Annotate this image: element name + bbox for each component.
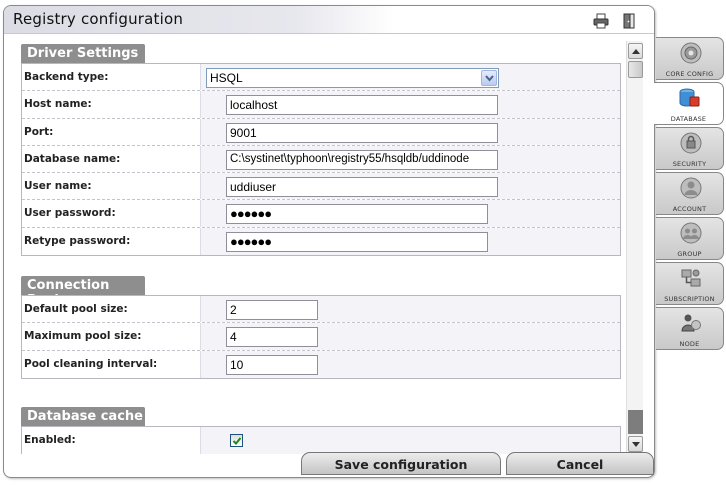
- gear-disc-icon: [679, 41, 703, 65]
- field-label: Maximum pool size:: [24, 330, 142, 343]
- tab-label: NODE: [679, 340, 700, 348]
- tab-label: SECURITY: [672, 160, 707, 168]
- form-row: User password: ●●●●●●: [22, 200, 620, 228]
- subscription-icon: [679, 266, 703, 290]
- tab-database[interactable]: DATABASE: [654, 82, 724, 125]
- registry-configuration-panel: Registry configuration Driver Settings B…: [3, 5, 655, 478]
- scroll-up-arrow-icon[interactable]: [628, 43, 643, 59]
- host-name-input[interactable]: localhost: [226, 95, 498, 116]
- node-user-icon: [679, 311, 703, 335]
- chevron-down-icon[interactable]: [481, 70, 497, 86]
- form-row: Retype password: ●●●●●●: [22, 227, 620, 256]
- value-cell: ●●●●●●: [200, 227, 620, 256]
- form-row: Maximum pool size: 4: [22, 323, 620, 351]
- scrollbar-thumb[interactable]: [628, 61, 643, 78]
- section-heading-connection-pool: Connection Pool: [21, 276, 145, 308]
- tab-label: ACCOUNT: [672, 205, 707, 213]
- field-label: Port:: [24, 125, 54, 138]
- value-cell: ●●●●●●: [200, 200, 620, 227]
- driver-settings-section: Backend type: HSQL Host name: localhost: [21, 63, 621, 257]
- backend-type-select[interactable]: HSQL: [206, 68, 499, 88]
- tab-node[interactable]: NODE: [656, 307, 724, 350]
- config-content: Driver Settings Backend type: HSQL Host …: [16, 42, 627, 454]
- section-heading-database-cache: Database cache: [21, 407, 145, 426]
- cancel-button[interactable]: Cancel: [506, 452, 654, 475]
- cache-enabled-checkbox[interactable]: [230, 434, 243, 447]
- database-icon: [677, 86, 701, 110]
- form-row: Port: 9001: [22, 118, 620, 146]
- tab-core-config[interactable]: CORE CONFIG: [656, 37, 724, 80]
- tab-label: GROUP: [677, 250, 702, 258]
- tab-label: DATABASE: [670, 115, 707, 123]
- tab-label: SUBSCRIPTION: [664, 295, 715, 303]
- field-label: Database name:: [24, 152, 121, 165]
- value-cell: 10: [200, 350, 620, 378]
- port-input[interactable]: 9001: [226, 122, 498, 143]
- field-label: Backend type:: [24, 71, 109, 83]
- form-row: Enabled:: [22, 427, 620, 454]
- retype-password-input[interactable]: ●●●●●●: [226, 231, 488, 252]
- pool-cleaning-interval-input[interactable]: 10: [226, 354, 318, 375]
- field-label: User password:: [24, 207, 116, 220]
- value-cell: 4: [200, 323, 620, 350]
- scroll-down-arrow-icon[interactable]: [628, 436, 643, 452]
- form-row: Default pool size: 2: [22, 296, 620, 324]
- tab-subscription[interactable]: SUBSCRIPTION: [656, 262, 724, 305]
- scrollbar-track-lower[interactable]: [628, 410, 643, 434]
- field-label: Default pool size:: [24, 303, 128, 315]
- account-disc-icon: [679, 176, 703, 200]
- field-label: Host name:: [24, 98, 92, 111]
- database-cache-section: Enabled:: [21, 426, 621, 454]
- title-bar: Registry configuration: [4, 6, 654, 34]
- printer-icon[interactable]: [593, 13, 609, 29]
- value-cell: HSQL: [200, 64, 620, 91]
- form-row: Host name: localhost: [22, 91, 620, 119]
- select-value: HSQL: [210, 71, 243, 85]
- maximum-pool-size-input[interactable]: 4: [226, 327, 318, 348]
- value-cell: localhost: [200, 91, 620, 118]
- tab-label: CORE CONFIG: [665, 70, 714, 78]
- form-row: Pool cleaning interval: 10: [22, 350, 620, 378]
- default-pool-size-input[interactable]: 2: [226, 300, 318, 320]
- tab-security[interactable]: SECURITY: [656, 127, 724, 170]
- field-label: Retype password:: [24, 234, 131, 247]
- value-cell: 9001: [200, 118, 620, 145]
- field-label: Pool cleaning interval:: [24, 357, 158, 370]
- database-name-input[interactable]: C:\systinet\typhoon\registry55/hsqldb/ud…: [226, 149, 498, 170]
- vertical-scrollbar[interactable]: [626, 41, 643, 454]
- value-cell: uddiuser: [200, 173, 620, 200]
- save-configuration-button[interactable]: Save configuration: [301, 452, 501, 475]
- section-heading-driver-settings: Driver Settings: [21, 44, 145, 63]
- tab-account[interactable]: ACCOUNT: [656, 172, 724, 215]
- user-name-input[interactable]: uddiuser: [226, 177, 498, 198]
- connection-pool-section: Default pool size: 2 Maximum pool size: …: [21, 295, 621, 379]
- door-exit-icon[interactable]: [621, 13, 637, 29]
- app-window: Registry configuration Driver Settings B…: [0, 0, 726, 485]
- tab-group[interactable]: GROUP: [656, 217, 724, 260]
- form-row: User name: uddiuser: [22, 173, 620, 201]
- value-cell: 2: [200, 296, 620, 323]
- form-row: Database name: C:\systinet\typhoon\regis…: [22, 145, 620, 174]
- form-row: Backend type: HSQL: [22, 64, 620, 92]
- user-password-input[interactable]: ●●●●●●: [226, 204, 488, 225]
- value-cell: C:\systinet\typhoon\registry55/hsqldb/ud…: [200, 145, 620, 173]
- value-cell: [200, 427, 620, 454]
- security-disc-icon: [679, 131, 703, 155]
- field-label: Enabled:: [24, 434, 76, 446]
- page-title: Registry configuration: [13, 10, 184, 28]
- field-label: User name:: [24, 180, 92, 193]
- group-disc-icon: [679, 221, 703, 245]
